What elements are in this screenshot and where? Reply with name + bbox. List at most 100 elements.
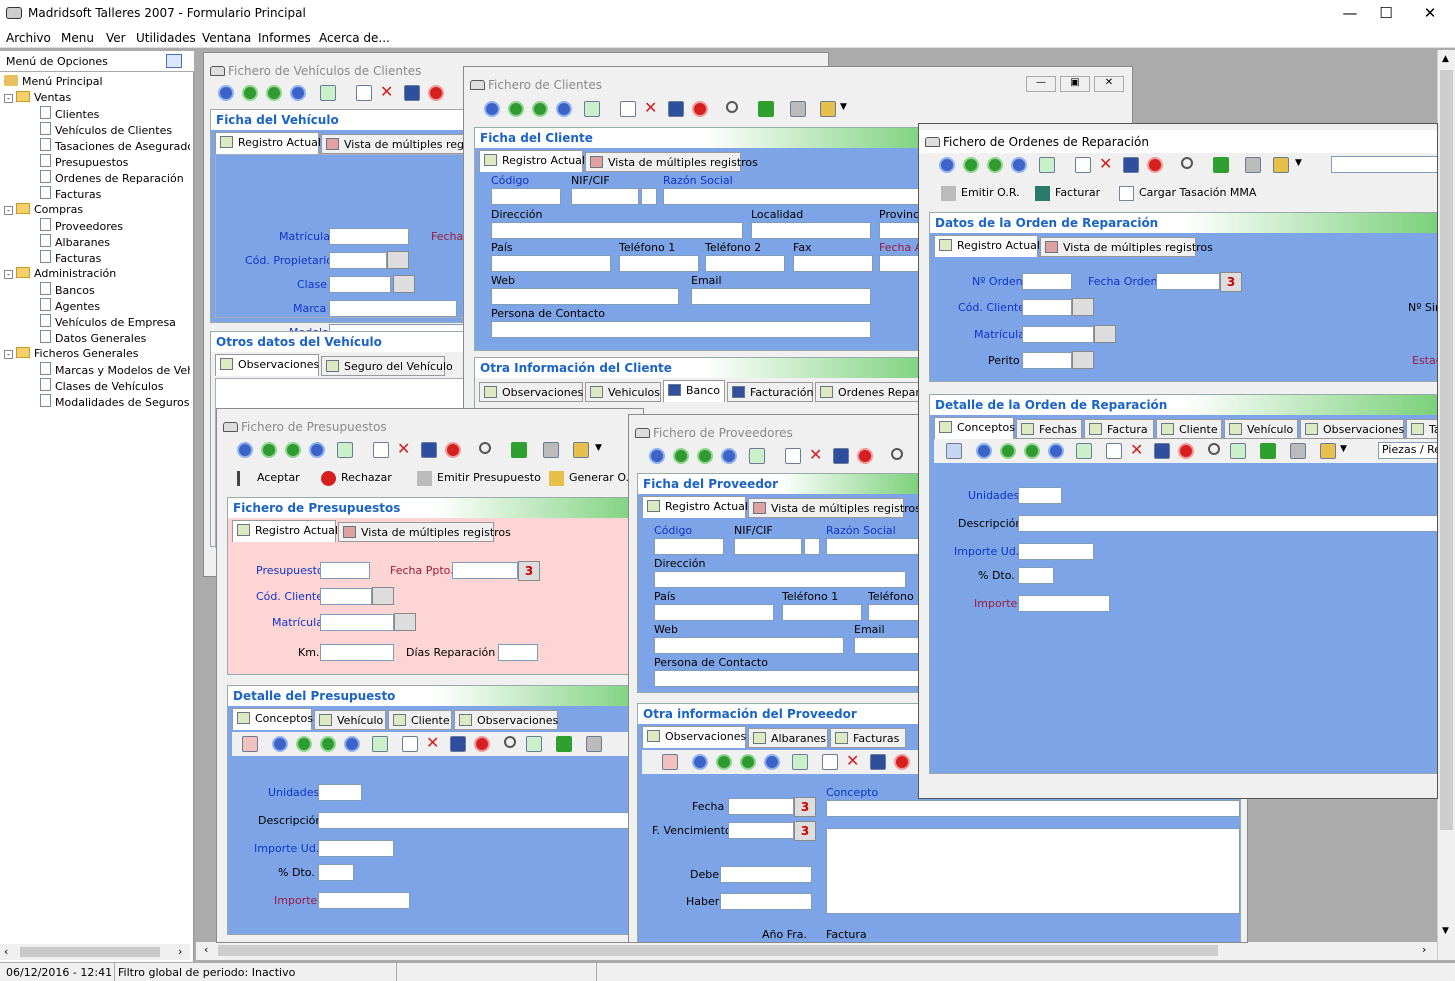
delete-icon[interactable]: ✕ <box>380 84 396 101</box>
first-record-icon[interactable] <box>237 442 253 458</box>
tree-item-vehiculos-clientes[interactable]: Vehículos de Clientes <box>40 122 172 138</box>
importe-ud-input[interactable] <box>318 840 394 857</box>
chevron-down-icon[interactable]: ▼ <box>840 102 847 112</box>
maximize-button[interactable]: ☐ <box>1366 2 1406 24</box>
refresh-icon[interactable] <box>337 442 353 458</box>
num-orden-input[interactable] <box>1022 273 1072 290</box>
importe-input[interactable] <box>318 892 410 909</box>
emitir-presupuesto-button[interactable]: Emitir Presupuesto <box>417 471 541 486</box>
next-record-icon[interactable] <box>740 754 756 770</box>
tree-group-compras[interactable]: - Compras <box>4 202 83 218</box>
marca-input[interactable] <box>329 300 457 317</box>
copy-icon[interactable] <box>526 736 542 752</box>
fecha-orden-input[interactable] <box>1156 273 1220 290</box>
new-icon[interactable] <box>373 442 389 458</box>
first-record-icon[interactable] <box>272 736 288 752</box>
matricula-input[interactable] <box>1022 326 1094 343</box>
tab-fechas[interactable]: Fechas <box>1016 419 1082 439</box>
lookup-icon[interactable] <box>394 613 416 631</box>
chevron-down-icon[interactable]: ▼ <box>1295 158 1302 168</box>
dto-input[interactable] <box>1018 567 1054 584</box>
cod-cliente-input[interactable] <box>320 588 372 605</box>
prev-record-icon[interactable] <box>716 754 732 770</box>
tree-item-agentes[interactable]: Agentes <box>40 298 100 314</box>
tab-registro-actual[interactable]: Registro Actual <box>934 235 1040 257</box>
print-icon[interactable] <box>790 101 806 117</box>
cod-propietario-input[interactable] <box>329 252 387 269</box>
last-record-icon[interactable] <box>1048 443 1064 459</box>
next-record-icon[interactable] <box>320 736 336 752</box>
tab-vista-multiple[interactable]: Vista de múltiples registros <box>321 134 494 154</box>
next-record-icon[interactable] <box>266 85 282 101</box>
tree-item-modalidades[interactable]: Modalidades de Seguros <box>40 394 189 410</box>
first-record-icon[interactable] <box>692 754 708 770</box>
cargar-tasacion-button[interactable]: Cargar Tasación MMA <box>1119 186 1256 201</box>
menu-ventana[interactable]: Ventana <box>202 31 251 45</box>
telefono1-input[interactable] <box>619 255 699 272</box>
tab-vista-multiple[interactable]: Vista de múltiples registros <box>338 522 511 542</box>
dias-reparacion-input[interactable] <box>498 644 538 661</box>
fecha-input[interactable] <box>728 798 794 815</box>
hscroll-thumb[interactable] <box>218 945 1218 956</box>
aceptar-button[interactable]: Aceptar <box>237 471 300 486</box>
first-record-icon[interactable] <box>939 157 955 173</box>
unidades-input[interactable] <box>318 784 362 801</box>
nif-letter-input[interactable] <box>641 188 657 205</box>
tree-item-facturas-compras[interactable]: Facturas <box>40 250 101 266</box>
descripcion-input[interactable] <box>318 812 638 829</box>
nif-input[interactable] <box>571 188 639 205</box>
first-record-icon[interactable] <box>218 85 234 101</box>
save-icon[interactable] <box>404 85 420 101</box>
tree-item-clientes[interactable]: Clientes <box>40 106 99 122</box>
new-icon[interactable] <box>1106 443 1122 459</box>
search-icon[interactable] <box>479 442 491 454</box>
prev-record-icon[interactable] <box>673 448 689 464</box>
grid-icon[interactable] <box>662 754 678 770</box>
lookup-icon[interactable] <box>1072 298 1094 316</box>
fax-input[interactable] <box>793 255 873 272</box>
new-icon[interactable] <box>785 448 801 464</box>
tree-item-tasaciones[interactable]: Tasaciones de Aseguradoras <box>40 138 190 154</box>
print-icon[interactable] <box>586 736 602 752</box>
delete-icon[interactable]: ✕ <box>809 447 825 464</box>
last-record-icon[interactable] <box>290 85 306 101</box>
save-icon[interactable] <box>870 754 886 770</box>
new-icon[interactable] <box>402 736 418 752</box>
window-presupuestos[interactable]: Fichero de Presupuestos ✕ ▼ Aceptar Rech… <box>216 408 644 943</box>
tab-facturacion[interactable]: Facturación <box>727 382 813 402</box>
web-input[interactable] <box>491 288 679 305</box>
sidebar-hscroll[interactable]: ‹ › <box>0 944 190 960</box>
web-input[interactable] <box>654 637 844 654</box>
tab-vehiculo[interactable]: Vehículo <box>1224 419 1298 439</box>
new-icon[interactable] <box>822 754 838 770</box>
generar-or-button[interactable]: Generar O.R. <box>549 471 640 486</box>
save-icon[interactable] <box>1154 443 1170 459</box>
vscroll-thumb[interactable] <box>1440 70 1453 830</box>
window-ordenes[interactable]: Fichero de Ordenes de Reparación ✕ ▼ Emi… <box>918 123 1438 799</box>
mdi-vscroll[interactable]: ▲ ▼ <box>1437 50 1455 960</box>
scroll-left-icon[interactable]: ‹ <box>4 945 8 958</box>
last-record-icon[interactable] <box>309 442 325 458</box>
next-record-icon[interactable] <box>1024 443 1040 459</box>
window-titlebar[interactable]: Fichero de Presupuestos <box>217 415 643 439</box>
last-record-icon[interactable] <box>556 101 572 117</box>
direccion-input[interactable] <box>491 222 743 239</box>
scroll-left-icon[interactable]: ‹ <box>204 943 208 956</box>
tab-registro-actual[interactable]: Registro Actual <box>479 150 585 172</box>
dto-input[interactable] <box>318 864 354 881</box>
facturar-button[interactable]: Facturar <box>1035 186 1100 201</box>
menu-informes[interactable]: Informes <box>258 31 311 45</box>
save-icon[interactable] <box>450 736 466 752</box>
lookup-icon[interactable] <box>387 251 409 269</box>
telefono2-input[interactable] <box>705 255 785 272</box>
telefono2-input[interactable] <box>868 604 923 621</box>
save-icon[interactable] <box>668 101 684 117</box>
new-icon[interactable] <box>1075 157 1091 173</box>
emitir-or-button[interactable]: Emitir O.R. <box>941 186 1020 201</box>
last-record-icon[interactable] <box>344 736 360 752</box>
codigo-input[interactable] <box>491 188 561 205</box>
filter-icon[interactable] <box>556 736 572 752</box>
tab-observaciones[interactable]: Observaciones <box>1300 419 1404 439</box>
new-icon[interactable] <box>356 85 372 101</box>
haber-input[interactable] <box>720 893 812 910</box>
